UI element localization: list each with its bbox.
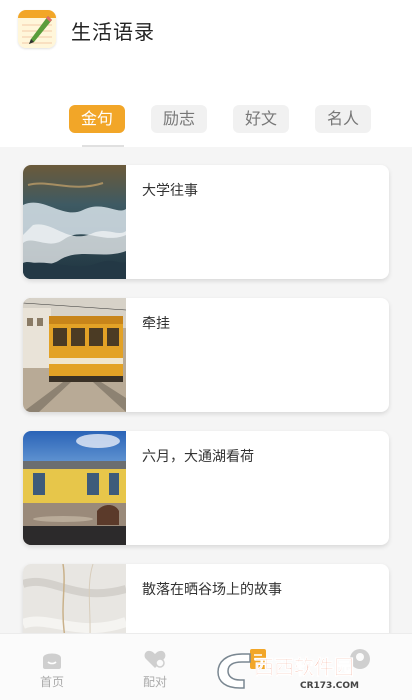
nav-home[interactable]: 首页 [22,648,82,690]
article-card[interactable]: 六月，大通湖看荷 [23,431,389,545]
category-tabs: 金句 励志 好文 名人 [0,105,412,147]
ocean-wave-photo [23,165,126,279]
tab-lizhi[interactable]: 励志 [151,105,207,133]
article-title: 牵挂 [142,316,170,332]
article-card[interactable]: 散落在晒谷场上的故事 [23,564,389,633]
site-watermark: 西西软件园 CR173.COM [214,648,394,692]
heart-match-icon [144,650,166,668]
tab-mingren[interactable]: 名人 [315,105,371,133]
app-title: 生活语录 [71,20,155,44]
article-card[interactable]: 牵挂 [23,298,389,412]
nav-match-label: 配对 [142,675,167,689]
notebook-pencil-icon[interactable] [18,10,56,48]
nav-home-label: 首页 [39,675,64,689]
home-icon [43,653,61,669]
app-header: 生活语录 [0,0,412,60]
article-title: 六月，大通湖看荷 [142,449,254,465]
article-title: 散落在晒谷场上的故事 [142,582,282,598]
watermark-brand: 西西软件园 [254,655,354,679]
nav-match[interactable]: 配对 [125,648,185,690]
yellow-house-photo [23,431,126,545]
article-card[interactable]: 大学往事 [23,165,389,279]
white-fabric-photo [23,564,126,633]
article-list: 大学往事 牵挂 六月，大通湖看荷 散落在晒谷场上的故事 [0,147,412,633]
tab-haowen[interactable]: 好文 [233,105,289,133]
tab-jinju[interactable]: 金句 [69,105,125,133]
watermark-domain: CR173.COM [300,681,359,691]
watermark-logo-icon: 西西软件园 CR173.COM [217,653,359,691]
article-title: 大学往事 [142,183,198,199]
yellow-tram-photo [23,298,126,412]
